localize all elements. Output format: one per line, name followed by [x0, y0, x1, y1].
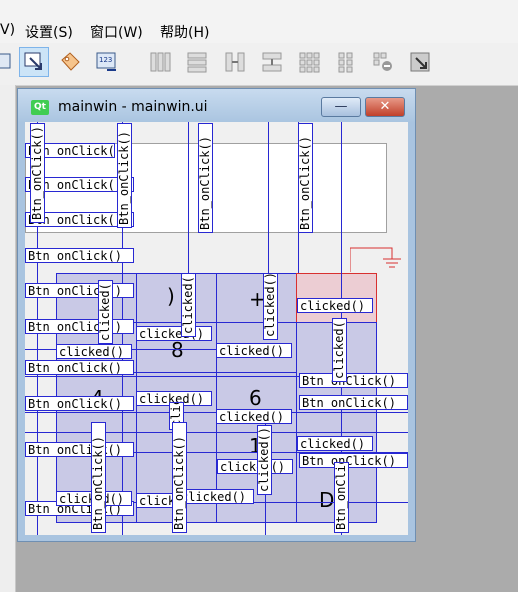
key-d-label: D [319, 488, 335, 512]
slot-label-vertical: Btn_onClick() [172, 422, 187, 533]
signal-label: clicked() [216, 343, 292, 358]
signal-label-vertical: clicked() [181, 273, 196, 337]
signal-label-vertical: clicked() [98, 280, 113, 344]
slot-label-vertical: Btn_onClick() [30, 123, 45, 223]
adjust-size-icon[interactable] [405, 47, 435, 77]
signal-label: clicked() [297, 298, 373, 313]
signal-label: clicked() [216, 409, 292, 424]
signal-label: clicked() [178, 489, 254, 504]
signal-label-vertical: clicked() [263, 273, 278, 340]
signal-label-vertical: clicked() [257, 425, 272, 495]
svg-text:123: 123 [99, 56, 112, 64]
window-titlebar[interactable]: Qt mainwin - mainwin.ui — ✕ [18, 89, 415, 123]
connection-line [25, 376, 305, 377]
slot-label-vertical: Btn_onClick() [298, 123, 313, 233]
layout-horizontal-splitter-icon[interactable] [220, 47, 250, 77]
menu-view[interactable]: V) [0, 22, 15, 38]
key-top-left[interactable] [56, 273, 137, 323]
buddy-editor-icon[interactable] [55, 47, 85, 77]
layout-form-icon[interactable] [331, 47, 361, 77]
signal-slot-editor-icon[interactable] [19, 47, 49, 77]
slot-label: Btn_onClick() [25, 283, 134, 298]
connection-line [268, 122, 269, 273]
connection-line [188, 122, 189, 273]
designer-toolbar: 123 [0, 43, 518, 86]
key-six-label: 6 [249, 386, 262, 410]
signal-label: clicked() [56, 344, 132, 359]
layout-vertical-splitter-icon[interactable] [257, 47, 287, 77]
signal-label-vertical: clicked() [332, 318, 347, 382]
slot-label-vertical: Btn_onClick() [117, 123, 132, 228]
slot-label: Btn_onClick() [25, 396, 134, 411]
menu-window[interactable]: 窗口(W) [90, 22, 143, 42]
slot-label: Btn_onClick() [299, 373, 408, 388]
menubar: V) 设置(S) 窗口(W) 帮助(H) [0, 0, 518, 43]
close-button[interactable]: ✕ [365, 97, 405, 117]
slot-label: Btn_onClick() [25, 360, 134, 375]
slot-label-vertical: Btn_onClick() [198, 123, 213, 233]
qt-logo-icon: Qt [31, 100, 49, 115]
minimize-button[interactable]: — [321, 97, 361, 117]
menu-help[interactable]: 帮助(H) [160, 22, 209, 42]
signal-label: clicked() [136, 326, 212, 341]
form-client-area: ) + 8 4 6 1 D Btn_onClick() Btn_onClick(… [25, 122, 408, 535]
signal-label: clicked() [217, 459, 293, 474]
window-title: mainwin - mainwin.ui [58, 99, 208, 115]
key-rparen[interactable] [136, 273, 217, 323]
break-layout-icon[interactable] [368, 47, 398, 77]
slot-label: Btn_onClick() [25, 319, 134, 334]
layout-vertical-icon[interactable] [182, 47, 212, 77]
slot-label: Btn_onClick() [25, 442, 134, 457]
left-panel-edge [0, 85, 16, 592]
widget-editor-icon[interactable] [0, 47, 18, 77]
slot-label: Btn_onClick() [299, 453, 408, 468]
ground-connection-icon [350, 247, 401, 272]
form-window[interactable]: Qt mainwin - mainwin.ui — ✕ ) + 8 4 6 1 … [17, 88, 416, 542]
connection-line [25, 432, 408, 433]
tab-order-editor-icon[interactable]: 123 [92, 47, 122, 77]
slot-label-vertical: Btn_onClick() [91, 422, 106, 533]
signal-label: clicked() [297, 436, 373, 451]
slot-label: Btn_onClick() [299, 395, 408, 410]
menu-settings[interactable]: 设置(S) [25, 22, 73, 42]
key-rparen-label: ) [167, 284, 175, 308]
slot-label: Btn_onClick() [25, 248, 134, 263]
layout-grid-icon[interactable] [294, 47, 324, 77]
slot-label-vertical: Btn_onClick() [334, 462, 349, 533]
key-eight-label: 8 [171, 338, 184, 362]
layout-horizontal-icon[interactable] [145, 47, 175, 77]
